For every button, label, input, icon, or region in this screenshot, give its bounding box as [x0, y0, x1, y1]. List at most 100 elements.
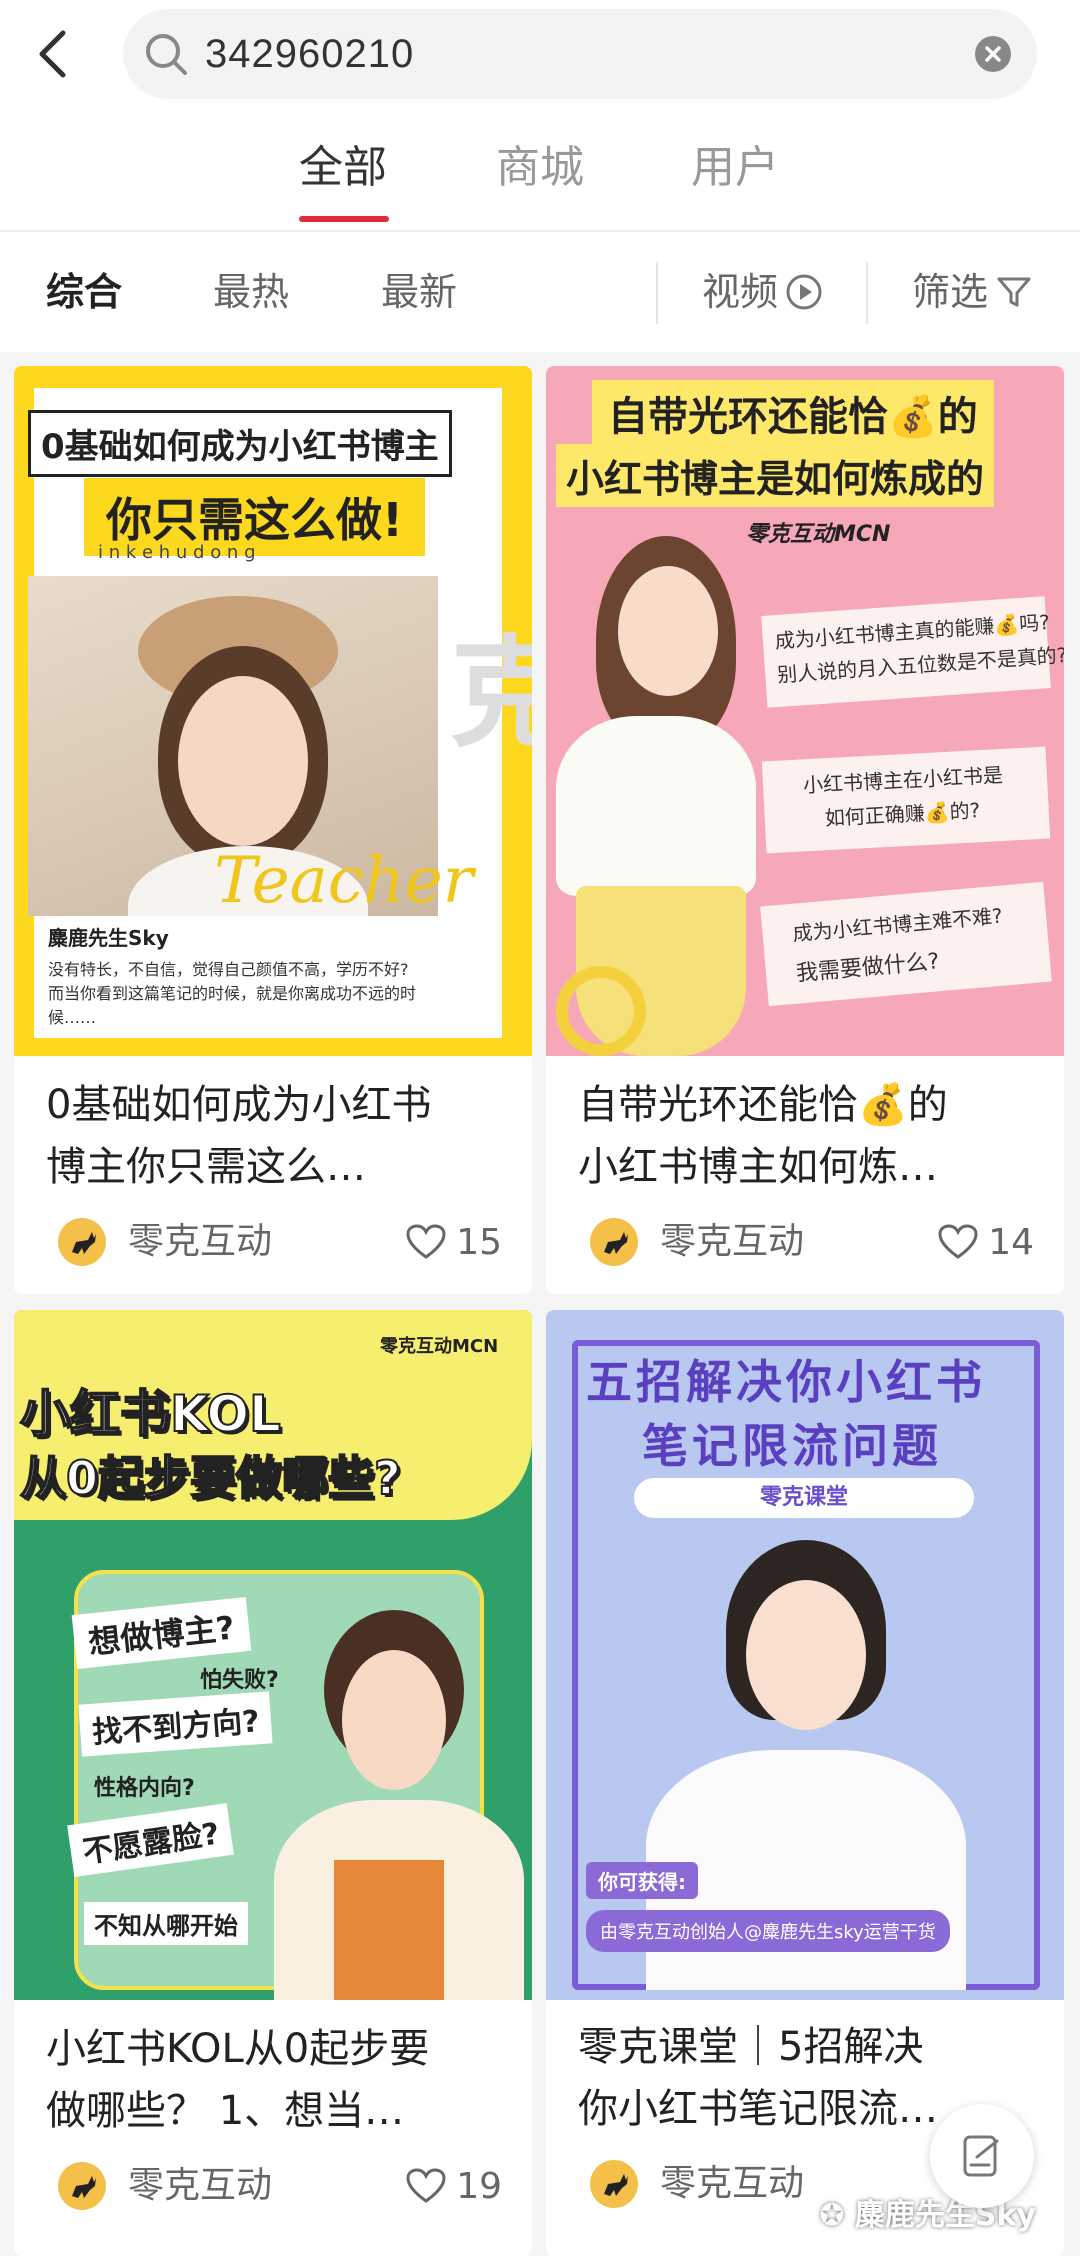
filter-bar: 综合 最热 最新 视频 筛选 — [0, 232, 1080, 352]
deer-logo-icon — [72, 2176, 96, 2198]
note-title-line: 自带光环还能恰💰的 — [578, 1082, 948, 1128]
cover-badge: 零克课堂 — [634, 1478, 974, 1518]
wechat-icon: ✪ — [819, 2198, 855, 2233]
author-avatar[interactable] — [590, 2160, 638, 2208]
note-title: 自带光环还能恰💰的 小红书博主如何炼… — [578, 1074, 1042, 1198]
watermark-text: 麋鹿先生Sky — [854, 2198, 1036, 2233]
filter-button[interactable]: 筛选 — [912, 262, 1032, 322]
like-count: 15 — [456, 1221, 502, 1263]
cover-photo — [264, 1600, 532, 2000]
like-button[interactable]: 15 — [406, 1212, 502, 1272]
question-text: 成为小红书博主难不难? — [791, 903, 1004, 946]
filter-hottest[interactable]: 最热 — [213, 262, 289, 322]
question-card: 成为小红书博主难不难? 我需要做什么? — [760, 881, 1052, 1007]
question-text: 我需要做什么? — [795, 949, 941, 987]
cover-subheadline: 笔记限流问题 — [642, 1419, 942, 1473]
heart-icon — [406, 2168, 446, 2203]
question-text: 小红书博主在小红书是 — [802, 762, 1004, 798]
back-arrow-icon — [39, 30, 66, 78]
face-shape — [618, 566, 718, 696]
heart-icon — [938, 1224, 978, 1259]
cover-desc: 而当你看到这篇笔记的时候，就是你离成功不远的时 — [48, 984, 417, 1003]
top-bar: 342960210 — [0, 0, 1080, 108]
cover-headline: 小红书KOL — [19, 1384, 282, 1444]
cover-name: 麋鹿先生Sky — [48, 926, 169, 950]
cover-tag: 不知从哪开始 — [84, 1902, 248, 1945]
close-icon — [985, 46, 1001, 62]
search-query: 342960210 — [205, 32, 415, 76]
note-card[interactable]: 自带光环还能恰💰的 小红书博主是如何炼成的 零克互动MCN 成为小红书博主真的能… — [546, 366, 1064, 1294]
tab-all[interactable]: 全部 — [299, 138, 387, 198]
cover-headline: 自带光环还能恰💰的 — [592, 380, 994, 446]
face-shape — [342, 1650, 446, 1790]
edit-icon — [963, 2135, 999, 2177]
tab-users[interactable]: 用户 — [691, 138, 779, 198]
clear-search-button[interactable] — [975, 36, 1011, 72]
like-button[interactable]: 19 — [406, 2156, 502, 2216]
cover-headline: 0基础如何成为小红书博主 — [28, 410, 452, 477]
note-meta: 零克互动 14 — [590, 1212, 1034, 1272]
filter-newest[interactable]: 最新 — [381, 262, 457, 322]
active-tab-indicator — [299, 216, 389, 222]
note-cover: 零克互动MCN 小红书KOL 从0起步要做哪些? 想做博主? 怕失败? 找不到方… — [14, 1310, 532, 2000]
question-card: 小红书博主在小红书是 如何正确赚💰的? — [761, 746, 1051, 854]
filter-video-label: 视频 — [702, 270, 779, 314]
cover-subheadline: 从0起步要做哪些? — [19, 1450, 402, 1506]
filter-comprehensive[interactable]: 综合 — [46, 262, 122, 322]
heart-icon — [406, 1224, 446, 1259]
play-icon — [786, 274, 822, 310]
divider — [656, 262, 658, 324]
filter-label: 筛选 — [912, 270, 989, 314]
note-card[interactable]: 0基础如何成为小红书博主 你只需这么做! i n k e h u d o n g… — [14, 366, 532, 1294]
shirt-shape — [556, 716, 756, 896]
compose-note-button[interactable] — [930, 2104, 1034, 2208]
shirt-print — [334, 1860, 444, 2000]
note-title-line: 博主你只需这么… — [46, 1144, 366, 1190]
like-button[interactable]: 14 — [938, 1212, 1034, 1272]
like-count: 19 — [456, 2165, 502, 2207]
cover-headline: 五招解决你小红书 — [586, 1355, 986, 1409]
note-title: 小红书KOL从0起步要 做哪些？ 1、想当… — [46, 2018, 510, 2142]
cover-tag: 性格内向? — [94, 1776, 195, 1801]
cover-subheadline: 小红书博主是如何炼成的 — [556, 444, 995, 507]
deer-logo-icon — [72, 1232, 96, 1254]
note-title-line: 0基础如何成为小红书 — [46, 1082, 432, 1128]
author-avatar[interactable] — [58, 1218, 106, 1266]
search-icon — [146, 34, 187, 75]
cover-desc: 没有特长，不自信，觉得自己颜值不高，学历不好? — [48, 960, 409, 979]
cover-tagline: i n k e h u d o n g — [98, 542, 256, 563]
author-avatar[interactable] — [58, 2162, 106, 2210]
back-button[interactable] — [30, 22, 74, 86]
deer-logo-icon — [604, 2174, 628, 2196]
cover-decor: 克 — [450, 625, 532, 764]
note-cover: 五招解决你小红书 笔记限流问题 零克课堂 你可获得: 由零克互动创始人@麋鹿先生… — [546, 1310, 1064, 2000]
author-name[interactable]: 零克互动 — [660, 1212, 804, 1272]
cover-gain: 你可获得: — [586, 1862, 698, 1899]
question-text: 如何正确赚💰的? — [824, 798, 981, 831]
result-tabs: 全部 商城 用户 — [0, 108, 1080, 232]
cover-script-word: Teacher — [214, 844, 474, 918]
note-title-line: 小红书博主如何炼… — [578, 1144, 938, 1190]
like-count: 14 — [988, 1221, 1034, 1263]
note-card[interactable]: 零克互动MCN 小红书KOL 从0起步要做哪些? 想做博主? 怕失败? 找不到方… — [14, 1310, 532, 2256]
cover-footer: 由零克互动创始人@麋鹿先生sky运营干货 — [586, 1910, 950, 1952]
note-meta: 零克互动 19 — [58, 2156, 502, 2216]
note-title-line: 零克课堂｜5招解决 — [578, 2024, 924, 2070]
author-name[interactable]: 零克互动 — [128, 2156, 272, 2216]
cover-desc: 候…… — [48, 1008, 97, 1027]
author-name[interactable]: 零克互动 — [128, 1212, 272, 1272]
author-name[interactable]: 零克互动 — [660, 2154, 804, 2214]
note-cover: 自带光环还能恰💰的 小红书博主是如何炼成的 零克互动MCN 成为小红书博主真的能… — [546, 366, 1064, 1056]
note-title-line: 做哪些？ 1、想当… — [46, 2088, 405, 2134]
search-input[interactable]: 342960210 — [123, 9, 1037, 99]
author-avatar[interactable] — [590, 1218, 638, 1266]
divider — [866, 262, 868, 324]
cover-brand: 零克互动MCN — [380, 1336, 499, 1357]
ring-decor — [556, 966, 646, 1056]
filter-video[interactable]: 视频 — [702, 262, 824, 322]
tab-mall[interactable]: 商城 — [496, 138, 584, 198]
deer-logo-icon — [604, 1232, 628, 1254]
note-meta: 零克互动 15 — [58, 1212, 502, 1272]
note-title: 0基础如何成为小红书 博主你只需这么… — [46, 1074, 510, 1198]
note-title-line: 小红书KOL从0起步要 — [46, 2026, 430, 2072]
